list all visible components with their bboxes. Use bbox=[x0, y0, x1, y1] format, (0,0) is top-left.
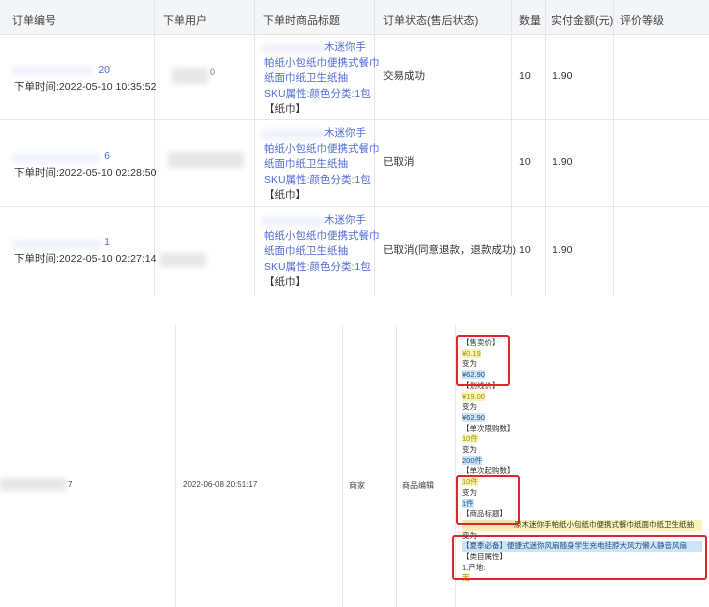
order-time: 下单时间:2022-05-10 02:27:14 bbox=[14, 253, 157, 265]
log-time: 2022-06-08 20:51:17 bbox=[183, 480, 258, 489]
order-number-link[interactable]: 6 bbox=[10, 150, 110, 162]
max-qty-label: 【单次限购数】 bbox=[462, 423, 515, 433]
log-action: 商品编辑 bbox=[402, 481, 434, 490]
log-record-id: 7 bbox=[68, 480, 73, 489]
change-log-table: 7 2022-06-08 20:51:17 商家 商品编辑 【售卖价】 ¥0.1… bbox=[0, 325, 709, 607]
highlight-min-qty bbox=[456, 475, 520, 525]
orders-table: 订单编号 下单用户 下单时商品标题 订单状态(售后状态) 数量 实付金额(元) … bbox=[0, 0, 709, 296]
header-quantity: 数量 bbox=[519, 15, 541, 27]
user-name: 0 bbox=[210, 67, 216, 77]
sku-attribute: SKU属性:颜色分类:1包 bbox=[264, 173, 371, 186]
table-header: 订单编号 下单用户 下单时商品标题 订单状态(售后状态) 数量 实付金额(元) … bbox=[0, 0, 709, 35]
amount: 1.90 bbox=[552, 70, 573, 82]
order-number-link[interactable]: 20 bbox=[10, 64, 110, 76]
sku-extra: 【纸巾】 bbox=[264, 103, 306, 115]
sku-attribute: SKU属性:颜色分类:1包 bbox=[264, 87, 371, 100]
header-order-number: 订单编号 bbox=[12, 15, 56, 27]
max-qty-old: 10件 bbox=[462, 434, 478, 444]
order-time: 下单时间:2022-05-10 02:28:50 bbox=[14, 167, 157, 179]
highlight-sale-price bbox=[456, 335, 510, 386]
product-title-link[interactable]: 木迷你手 帕纸小包纸巾便携式餐巾 纸面巾纸卫生纸抽 SKU属性:颜色分类:1包 … bbox=[264, 126, 380, 204]
header-amount: 实付金额(元) bbox=[551, 15, 614, 27]
quantity: 10 bbox=[519, 156, 531, 168]
header-user: 下单用户 bbox=[163, 15, 207, 27]
amount: 1.90 bbox=[552, 244, 573, 256]
order-status: 已取消(同意退款，退款成功) bbox=[383, 244, 516, 256]
log-operator: 商家 bbox=[349, 481, 365, 490]
title-old: 原木迷你手帕纸小包纸巾便携式餐巾纸面巾纸卫生纸抽 bbox=[514, 519, 694, 529]
max-qty-new: 200件 bbox=[462, 455, 483, 465]
highlight-title bbox=[452, 535, 707, 580]
order-status: 已取消 bbox=[383, 156, 415, 168]
list-price-new: ¥62.90 bbox=[462, 412, 485, 422]
product-title-link[interactable]: 木迷你手 帕纸小包纸巾便携式餐巾 纸面巾纸卫生纸抽 SKU属性:颜色分类:1包 … bbox=[264, 213, 380, 291]
header-order-status: 订单状态(售后状态) bbox=[383, 15, 479, 27]
sku-attribute: SKU属性:颜色分类:1包 bbox=[264, 260, 371, 273]
header-product-title: 下单时商品标题 bbox=[263, 15, 340, 27]
order-status: 交易成功 bbox=[383, 70, 425, 82]
quantity: 10 bbox=[519, 244, 531, 256]
order-time: 下单时间:2022-05-10 10:35:52 bbox=[14, 81, 157, 93]
order-number-link[interactable]: 1 bbox=[10, 236, 110, 248]
table-row: 1 下单时间:2022-05-10 02:27:14 木迷你手 帕纸小包纸巾便携… bbox=[0, 207, 709, 296]
table-row: 6 下单时间:2022-05-10 02:28:50 木迷你手 帕纸小包纸巾便携… bbox=[0, 120, 709, 207]
product-title-link[interactable]: 木迷你手 帕纸小包纸巾便携式餐巾 纸面巾纸卫生纸抽 SKU属性:颜色分类:1包 … bbox=[264, 40, 380, 118]
list-price-old: ¥19.00 bbox=[462, 391, 485, 401]
amount: 1.90 bbox=[552, 156, 573, 168]
quantity: 10 bbox=[519, 70, 531, 82]
sku-extra: 【纸巾】 bbox=[264, 276, 306, 288]
header-rating: 评价等级 bbox=[620, 15, 664, 27]
table-row: 20 下单时间:2022-05-10 10:35:52 0 木迷你手 帕纸小包纸… bbox=[0, 34, 709, 120]
sku-extra: 【纸巾】 bbox=[264, 189, 306, 201]
